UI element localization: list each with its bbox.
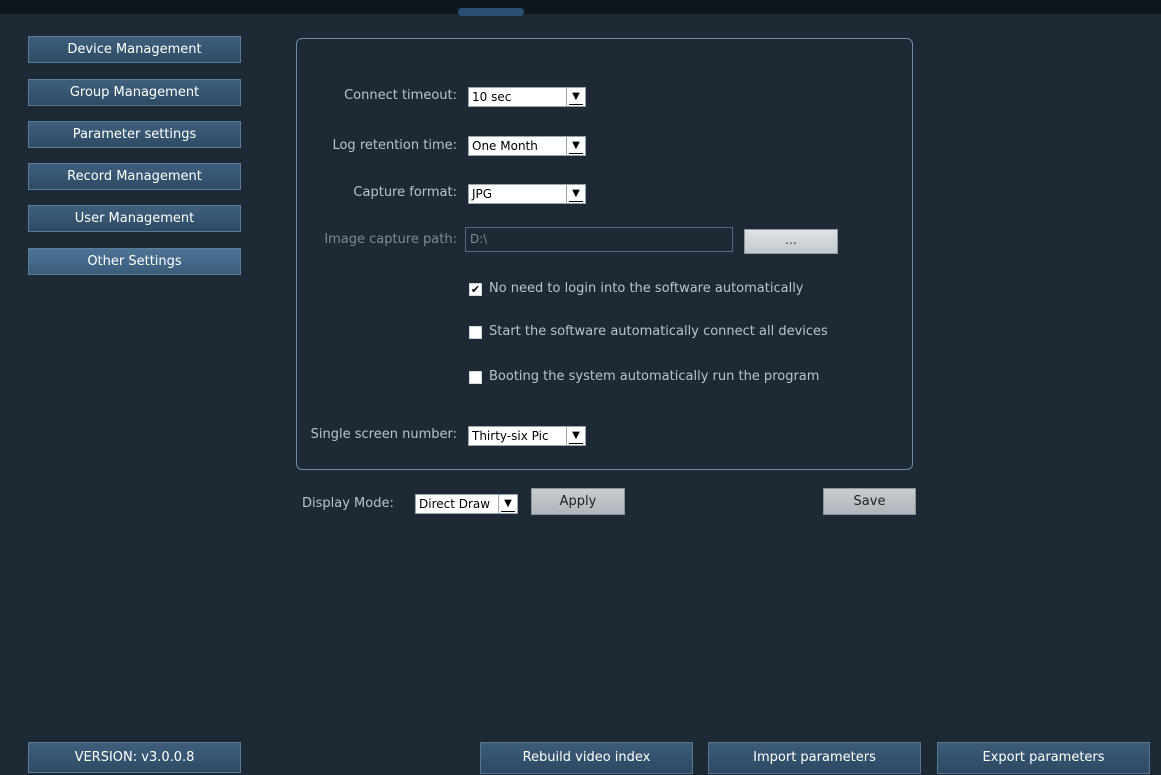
single-screen-number-value: Thirty-six Pic xyxy=(472,429,549,443)
sidebar-item-device-management[interactable]: Device Management xyxy=(28,36,241,63)
auto-run-checkbox[interactable] xyxy=(469,371,482,384)
image-capture-path-input[interactable]: D:\ xyxy=(465,227,733,252)
auto-connect-checkbox[interactable] xyxy=(469,326,482,339)
log-retention-select[interactable]: One Month ▼ xyxy=(468,136,586,156)
auto-run-label: Booting the system automatically run the… xyxy=(489,369,820,384)
connect-timeout-select[interactable]: 10 sec ▼ xyxy=(468,87,586,107)
capture-format-label: Capture format: xyxy=(353,185,457,200)
save-button[interactable]: Save xyxy=(823,488,916,515)
connect-timeout-label: Connect timeout: xyxy=(344,88,457,103)
export-parameters-button[interactable]: Export parameters xyxy=(937,742,1150,774)
no-login-label: No need to login into the software autom… xyxy=(489,281,804,296)
dropdown-arrow-icon[interactable]: ▼ xyxy=(498,495,517,513)
dropdown-arrow-icon[interactable]: ▼ xyxy=(566,427,585,445)
sidebar-item-record-management[interactable]: Record Management xyxy=(28,163,241,190)
capture-format-value: JPG xyxy=(472,187,493,201)
rebuild-video-index-button[interactable]: Rebuild video index xyxy=(480,742,693,774)
check-icon: ✔ xyxy=(470,283,481,296)
sidebar-item-other-settings[interactable]: Other Settings xyxy=(28,248,241,275)
dropdown-arrow-icon[interactable]: ▼ xyxy=(566,88,585,106)
version-badge: VERSION: v3.0.0.8 xyxy=(28,742,241,773)
single-screen-number-label: Single screen number: xyxy=(310,427,457,442)
single-screen-number-select[interactable]: Thirty-six Pic ▼ xyxy=(468,426,586,446)
log-retention-label: Log retention time: xyxy=(332,138,457,153)
auto-connect-label: Start the software automatically connect… xyxy=(489,324,828,339)
top-tab-indicator[interactable] xyxy=(458,8,524,16)
browse-path-button[interactable]: ... xyxy=(744,229,838,254)
connect-timeout-value: 10 sec xyxy=(472,90,512,104)
no-login-checkbox[interactable]: ✔ xyxy=(469,283,482,296)
display-mode-select[interactable]: Direct Draw ▼ xyxy=(415,494,518,514)
import-parameters-button[interactable]: Import parameters xyxy=(708,742,921,774)
capture-format-select[interactable]: JPG ▼ xyxy=(468,184,586,204)
sidebar-item-parameter-settings[interactable]: Parameter settings xyxy=(28,121,241,148)
top-bar xyxy=(0,0,1161,16)
dropdown-arrow-icon[interactable]: ▼ xyxy=(566,137,585,155)
display-mode-label: Display Mode: xyxy=(302,496,394,511)
log-retention-value: One Month xyxy=(472,139,538,153)
display-mode-value: Direct Draw xyxy=(419,497,491,511)
image-capture-path-label: Image capture path: xyxy=(324,232,457,247)
dropdown-arrow-icon[interactable]: ▼ xyxy=(566,185,585,203)
sidebar-item-user-management[interactable]: User Management xyxy=(28,205,241,232)
apply-button[interactable]: Apply xyxy=(531,488,625,515)
sidebar-item-group-management[interactable]: Group Management xyxy=(28,79,241,106)
